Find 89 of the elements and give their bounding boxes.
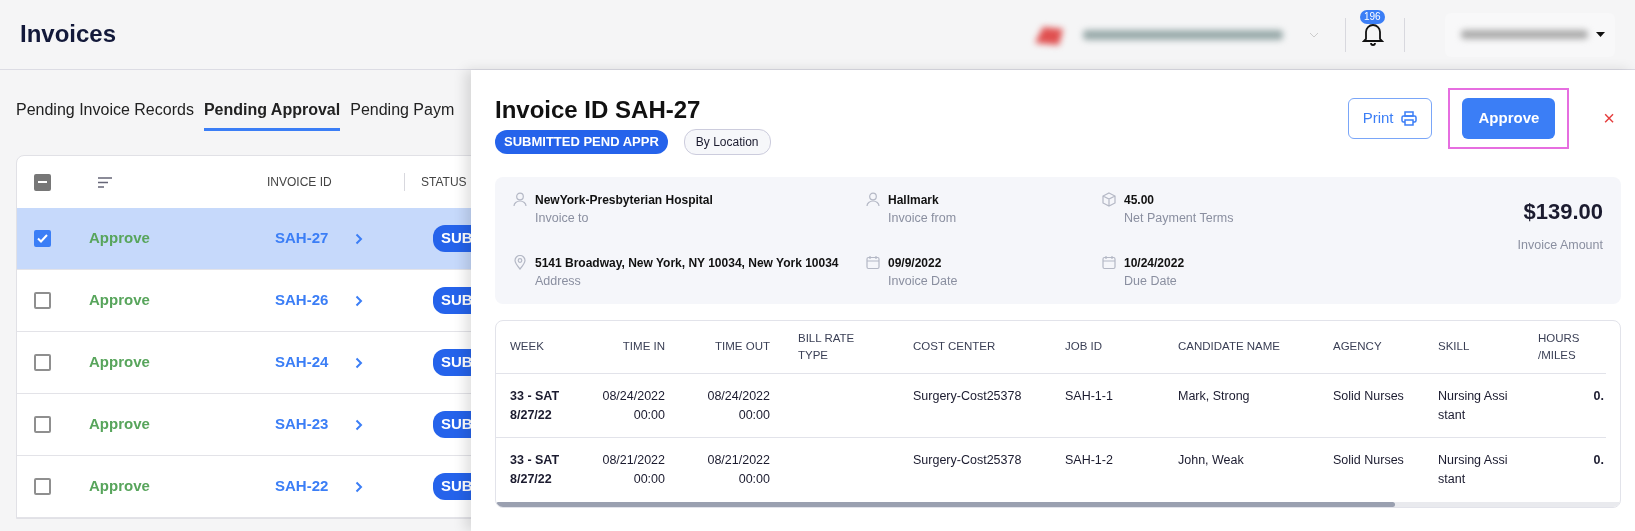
row-checkbox[interactable] [34,292,51,309]
field-label: Address [535,272,582,290]
table-cell: Surgery-Cost25378 [913,388,1022,403]
chevron-right-icon[interactable] [355,356,363,369]
row-checkbox[interactable] [34,416,51,433]
sort-icon[interactable] [98,176,112,188]
invoice-link[interactable]: SAH-22 [275,475,345,498]
tab[interactable]: Pending Approval [203,98,341,131]
chevron-right-icon[interactable] [355,480,363,493]
tab[interactable]: Pending Invoice Records [16,98,194,131]
tab[interactable]: Pending Paym [350,98,455,131]
approve-link[interactable]: Approve [81,347,166,378]
table-cell: Mark, Strong [1178,388,1250,403]
column-header: BILL RATE TYPE [784,321,899,374]
table-cell: 33 - SAT 8/27/22 [510,388,560,422]
panel-title: Invoice ID SAH-27 [495,96,702,125]
status-badge: SUBMITTED PEND APPR [495,130,668,154]
invoice-link[interactable]: SAH-23 [275,413,345,436]
column-header: JOB ID [1051,321,1164,374]
person-icon [513,191,527,207]
table-cell: SAH-1-2 [1065,453,1113,468]
table-cell: Nursing Assistant [1438,453,1508,487]
chevron-right-icon[interactable] [355,294,363,307]
column-header: SKILL [1424,321,1524,374]
row-checkbox[interactable] [34,478,51,495]
approve-button[interactable]: Approve [1462,98,1556,139]
field-label: Net Payment Terms [1124,209,1234,227]
caret-icon [1596,32,1605,37]
field-value: NewYork-Presbyterian Hospital [535,191,713,209]
column-header: CANDIDATE NAME [1164,321,1319,374]
field-label: Invoice from [888,209,957,227]
calendar-icon [1102,254,1116,270]
notification-count: 196 [1360,9,1385,24]
checkmark-icon [37,234,48,243]
chevron-right-icon[interactable] [355,232,363,245]
approve-link[interactable]: Approve [81,223,166,254]
table-cell: Solid Nurses [1333,388,1404,403]
select-all-checkbox[interactable] [34,173,51,191]
table-cell: 08/24/2022 00:00 [602,388,665,422]
chevron-icon [1309,31,1319,38]
column-header: TIME IN [574,321,679,374]
table-cell: Solid Nurses [1333,453,1404,468]
field-value: Hallmark [888,191,940,209]
column-header: COST CENTER [899,321,1051,374]
field-label: Due Date [1124,272,1178,290]
table-cell: SAH-1-1 [1065,388,1113,403]
column-header: TIME OUT [679,321,784,374]
column-header: AGENCY [1319,321,1424,374]
location-pin-icon [513,254,527,270]
table-cell: Surgery-Cost25378 [913,453,1022,468]
amount-label: Invoice Amount [1517,236,1603,254]
field-value: 45.00 [1124,191,1156,209]
calendar-icon [866,254,880,270]
location-tag: By Location [683,128,771,155]
print-button[interactable]: Print [1347,98,1433,139]
field-label: Invoice Date [888,272,958,290]
invoice-amount: $139.00 [1522,197,1603,226]
column-header: WEEK [496,321,574,374]
approve-link[interactable]: Approve [81,285,166,316]
cube-icon [1102,191,1116,207]
approve-link[interactable]: Approve [81,409,166,440]
approve-link[interactable]: Approve [81,471,166,502]
field-value: 10/24/2022 [1124,254,1185,272]
column-header: INVOICE ID [267,174,333,191]
scrollbar[interactable] [496,501,1620,507]
table-cell: 08/21/2022 00:00 [707,453,770,487]
printer-icon [1401,110,1418,126]
row-checkbox[interactable] [34,354,51,371]
column-header: HOURS /MILES [1524,321,1606,374]
column-header: STATUS [421,174,467,191]
table-cell: 33 - SAT 8/27/22 [510,453,560,487]
person-icon [866,191,880,207]
invoice-link[interactable]: SAH-24 [275,351,345,374]
table-cell: Nursing Assistant [1438,388,1508,422]
table-cell: 0. [1593,388,1604,403]
row-checkbox[interactable] [34,230,51,247]
table-cell: 08/24/2022 00:00 [707,388,770,422]
field-value: 5141 Broadway, New York, NY 10034, New York 10034 [535,254,839,272]
table-cell: 08/21/2022 00:00 [602,453,665,487]
chevron-right-icon[interactable] [355,418,363,431]
table-cell: 0. [1593,453,1604,468]
invoice-link[interactable]: SAH-26 [275,289,345,312]
page-title: Invoices [20,20,117,49]
close-button[interactable]: × [1597,102,1621,135]
field-value: 09/9/2022 [888,254,943,272]
table-cell: John, Weak [1178,453,1244,468]
field-label: Invoice to [535,209,590,227]
invoice-link[interactable]: SAH-27 [275,227,345,250]
bell-icon[interactable] [1362,22,1384,47]
